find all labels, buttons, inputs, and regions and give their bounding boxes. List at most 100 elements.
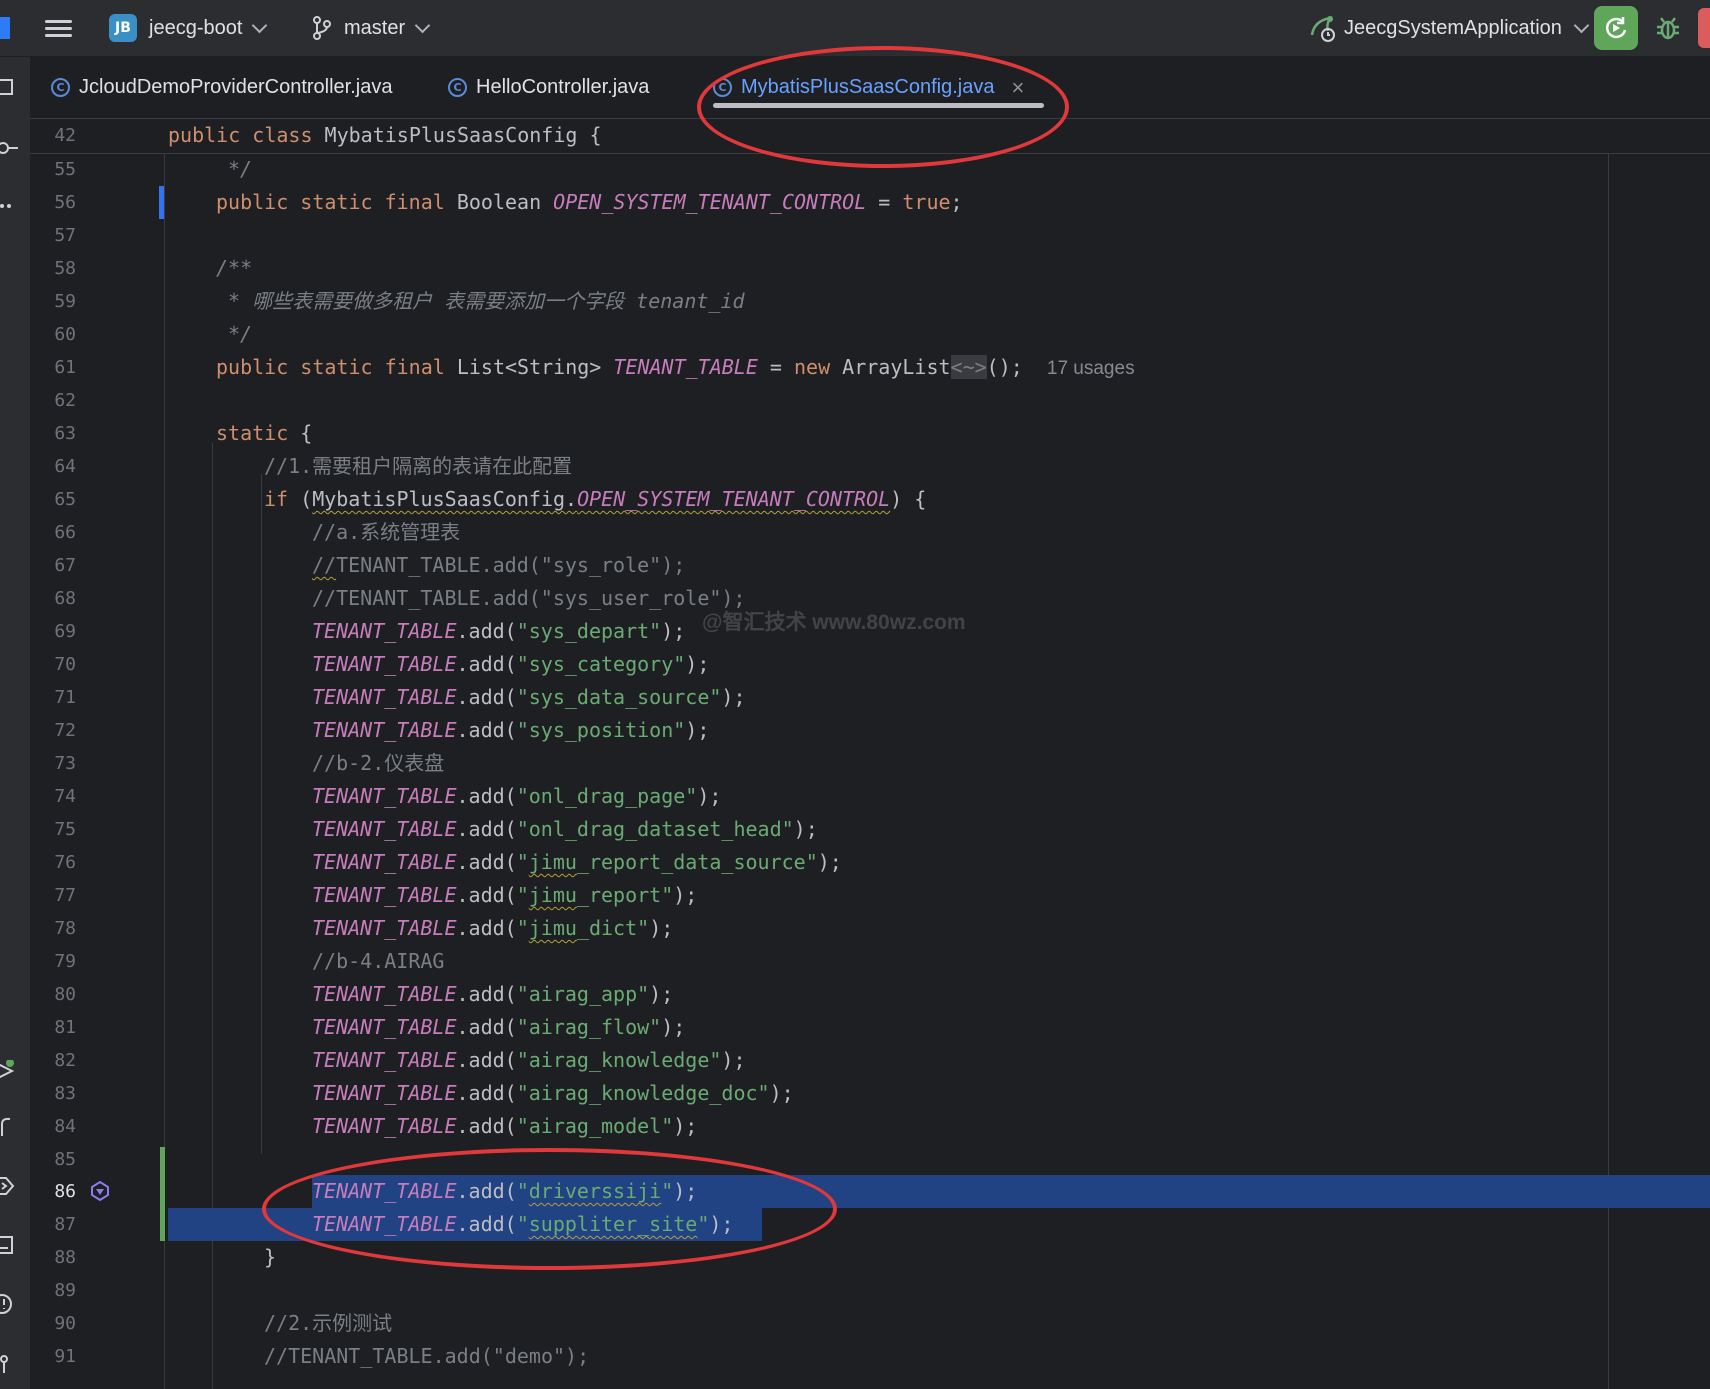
line-number: 75 — [54, 819, 76, 840]
line-number: 69 — [54, 621, 76, 642]
project-folder-icon[interactable] — [0, 76, 20, 98]
code-line: 63 static { — [30, 417, 1710, 450]
line-number: 63 — [54, 423, 76, 444]
code-line: 84 TENANT_TABLE.add("airag_model"); — [30, 1110, 1710, 1143]
code-text: TENANT_TABLE.add("airag_app"); — [312, 982, 674, 1006]
project-selector[interactable]: JB jeecg-boot — [109, 0, 268, 56]
tab-mybatis-plus-saas-config[interactable]: C MybatisPlusSaasConfig.java × — [713, 57, 1045, 118]
line-number: 67 — [54, 555, 76, 576]
code-text: TENANT_TABLE.add("airag_flow"); — [312, 1015, 686, 1039]
code-line: 87 TENANT_TABLE.add("suppliter_site"); — [30, 1208, 1710, 1241]
code-line: 88 } — [30, 1241, 1710, 1274]
code-text: public static final List<String> TENANT_… — [216, 355, 1135, 379]
code-text: TENANT_TABLE.add("sys_category"); — [312, 652, 710, 676]
class-icon: C — [51, 78, 70, 97]
code-text: TENANT_TABLE.add("sys_data_source"); — [312, 685, 746, 709]
ai-assistant-icon[interactable] — [90, 1181, 110, 1201]
debug-button[interactable] — [1655, 0, 1681, 56]
code-line: 59 * 哪些表需要做多租户 表需要添加一个字段 tenant_id — [30, 285, 1710, 318]
code-text: } — [264, 1245, 277, 1269]
line-number: 79 — [54, 951, 76, 972]
endpoints-icon[interactable] — [0, 1175, 20, 1197]
run-configuration-selector[interactable]: JeecgSystemApplication — [1308, 0, 1590, 56]
code-text: */ — [228, 157, 253, 181]
code-line: 80 TENANT_TABLE.add("airag_app"); — [30, 978, 1710, 1011]
line-number: 58 — [54, 258, 76, 279]
code-line: 90 //2.示例测试 — [30, 1307, 1710, 1340]
run-config-name: JeecgSystemApplication — [1344, 16, 1562, 39]
code-line: 91 //TENANT_TABLE.add("demo"); — [30, 1340, 1710, 1373]
code-text: TENANT_TABLE.add("jimu_report_data_sourc… — [312, 850, 842, 874]
chevron-down-icon — [414, 17, 431, 33]
code-line-current: 86 TENANT_TABLE.add("driverssiji"); — [30, 1175, 1710, 1208]
code-text: //TENANT_TABLE.add("sys_role"); — [312, 553, 686, 577]
main-menu-icon[interactable] — [45, 0, 72, 56]
code-line: 70 TENANT_TABLE.add("sys_category"); — [30, 648, 1710, 681]
class-icon: C — [713, 78, 732, 97]
tab-label: JcloudDemoProviderController.java — [79, 76, 393, 98]
line-number: 90 — [54, 1313, 76, 1334]
code-text: TENANT_TABLE.add("onl_drag_dataset_head"… — [312, 817, 818, 841]
line-number: 62 — [54, 390, 76, 411]
line-number: 65 — [54, 489, 76, 510]
stop-button[interactable] — [1698, 0, 1710, 56]
terminal-icon[interactable] — [0, 1234, 20, 1256]
code-text: /** — [216, 256, 253, 280]
more-tools-icon[interactable] — [0, 195, 20, 217]
usages-hint[interactable]: 17 usages — [1047, 358, 1135, 379]
rerun-button[interactable] — [1594, 0, 1638, 56]
app-logo-icon — [0, 0, 10, 56]
code-line: 60 */ — [30, 318, 1710, 351]
code-text: TENANT_TABLE.add("onl_drag_page"); — [312, 784, 722, 808]
commit-icon[interactable] — [0, 137, 20, 159]
code-line: 58 /** — [30, 252, 1710, 285]
sticky-scope-header[interactable]: 42 public class MybatisPlusSaasConfig { — [30, 119, 1710, 154]
run-icon[interactable] — [0, 1060, 20, 1082]
code-line: 67 //TENANT_TABLE.add("sys_role"); — [30, 549, 1710, 582]
line-number: 78 — [54, 918, 76, 939]
chevron-down-icon — [1573, 17, 1590, 33]
close-icon[interactable]: × — [1011, 75, 1024, 101]
code-text: if (MybatisPlusSaasConfig.OPEN_SYSTEM_TE… — [264, 487, 927, 511]
code-text: //b-2.仪表盘 — [312, 751, 445, 775]
code-text: //b-4.AIRAG — [312, 949, 445, 973]
code-line: 57 — [30, 219, 1710, 252]
watermark: @智汇技术 www.80wz.com — [702, 611, 966, 634]
code-line: 83 TENANT_TABLE.add("airag_knowledge_doc… — [30, 1077, 1710, 1110]
code-line: 76 TENANT_TABLE.add("jimu_report_data_so… — [30, 846, 1710, 879]
git-icon[interactable] — [0, 1353, 20, 1375]
line-number: 71 — [54, 687, 76, 708]
code-text: //TENANT_TABLE.add("demo"); — [264, 1344, 590, 1368]
line-number: 56 — [54, 192, 76, 213]
code-text: TENANT_TABLE.add("sys_position"); — [312, 718, 710, 742]
branch-selector[interactable]: master — [312, 0, 431, 56]
code-line: 65 if (MybatisPlusSaasConfig.OPEN_SYSTEM… — [30, 483, 1710, 516]
code-line: 74 TENANT_TABLE.add("onl_drag_page"); — [30, 780, 1710, 813]
line-number: 82 — [54, 1050, 76, 1071]
code-line: 82 TENANT_TABLE.add("airag_knowledge"); — [30, 1044, 1710, 1077]
tab-jcloud-demo-provider-controller[interactable]: C JcloudDemoProviderController.java — [51, 57, 392, 118]
line-number: 76 — [54, 852, 76, 873]
code-line: 71 TENANT_TABLE.add("sys_data_source"); — [30, 681, 1710, 714]
code-line: 66 //a.系统管理表 — [30, 516, 1710, 549]
debug-bug-icon — [1657, 17, 1679, 40]
line-number: 80 — [54, 984, 76, 1005]
services-icon[interactable] — [0, 1116, 20, 1138]
code-line: 56 public static final Boolean OPEN_SYST… — [30, 186, 1710, 219]
code-text: TENANT_TABLE.add("airag_knowledge_doc"); — [312, 1081, 794, 1105]
line-number: 57 — [54, 225, 76, 246]
line-number: 84 — [54, 1116, 76, 1137]
code-line: 55 */ — [30, 153, 1710, 186]
git-branch-icon — [313, 16, 331, 40]
tab-hello-controller[interactable]: C HelloController.java — [448, 57, 649, 118]
active-tab-indicator — [713, 103, 1045, 108]
code-editor[interactable]: 55 */ 56 public static final Boolean OPE… — [30, 119, 1710, 1389]
code-text: //TENANT_TABLE.add("sys_user_role"); — [312, 586, 746, 610]
editor-tab-bar: C JcloudDemoProviderController.java C He… — [30, 57, 1710, 119]
code-line: 77 TENANT_TABLE.add("jimu_report"); — [30, 879, 1710, 912]
line-number: 60 — [54, 324, 76, 345]
project-name: jeecg-boot — [149, 16, 243, 39]
problems-icon[interactable] — [0, 1293, 20, 1315]
code-text: TENANT_TABLE.add("airag_knowledge"); — [312, 1048, 746, 1072]
code-text: TENANT_TABLE.add("driverssiji"); — [312, 1179, 698, 1203]
